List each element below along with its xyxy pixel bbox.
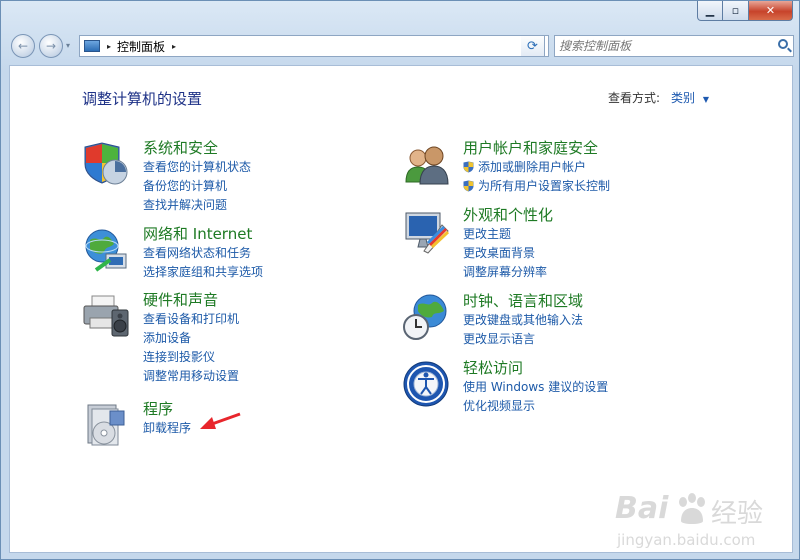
link-find-fix-problems[interactable]: 查找并解决问题 <box>143 196 251 215</box>
close-button[interactable]: ✕ <box>749 1 793 21</box>
watermark-suffix: 经验 <box>711 499 764 529</box>
baidu-watermark: Bai 经验 jingyan.baidu.com <box>609 489 799 557</box>
recent-pages-dropdown-icon[interactable]: ▾ <box>66 41 70 50</box>
link-add-device[interactable]: 添加设备 <box>143 329 239 348</box>
maximize-button[interactable]: ▫ <box>723 1 749 21</box>
uac-shield-icon <box>463 180 474 192</box>
minimize-button[interactable]: ▁ <box>697 1 723 21</box>
user-accounts-icon[interactable] <box>402 140 450 188</box>
link-text: 为所有用户设置家长控制 <box>478 179 611 193</box>
link-view-computer-status[interactable]: 查看您的计算机状态 <box>143 158 251 177</box>
breadcrumb-control-panel[interactable]: 控制面板 <box>117 38 165 55</box>
navigation-bar: ← → ▾ ▸ 控制面板 ▸ ▼ ⟳ <box>9 32 794 62</box>
category-title[interactable]: 外观和个性化 <box>463 204 553 225</box>
link-mobility-settings[interactable]: 调整常用移动设置 <box>143 367 239 386</box>
link-windows-recommended-settings[interactable]: 使用 Windows 建议的设置 <box>463 378 608 397</box>
link-change-theme[interactable]: 更改主题 <box>463 225 547 244</box>
link-uninstall-program[interactable]: 卸载程序 <box>143 419 191 438</box>
hardware-sound-icon[interactable] <box>82 292 130 340</box>
caption-buttons: ▁ ▫ ✕ <box>697 1 793 21</box>
uac-shield-icon <box>463 161 474 173</box>
chevron-down-icon: ▼ <box>702 95 709 104</box>
link-devices-printers[interactable]: 查看设备和打印机 <box>143 310 239 329</box>
link-view-network-status[interactable]: 查看网络状态和任务 <box>143 244 263 263</box>
category-title[interactable]: 硬件和声音 <box>143 289 218 310</box>
network-internet-icon[interactable] <box>82 226 130 274</box>
annotation-arrow-icon <box>200 412 241 429</box>
view-by-value: 类别 <box>671 91 696 105</box>
back-button[interactable]: ← <box>11 34 35 58</box>
category-title[interactable]: 轻松访问 <box>463 357 523 378</box>
category-title[interactable]: 用户帐户和家庭安全 <box>463 137 598 158</box>
category-links: 更改主题 更改桌面背景 调整屏幕分辨率 <box>463 225 547 282</box>
ease-of-access-icon[interactable] <box>402 360 450 408</box>
system-security-icon[interactable] <box>82 140 130 188</box>
search-icon[interactable] <box>778 39 788 49</box>
link-add-remove-accounts[interactable]: 添加或删除用户帐户 <box>463 158 610 177</box>
category-title[interactable]: 时钟、语言和区域 <box>463 290 583 311</box>
watermark-url: jingyan.baidu.com <box>617 531 756 549</box>
main-content: 调整计算机的设置 查看方式: 类别 ▼ 系统和安全 查看您的计算机状态 备份您的… <box>9 65 793 553</box>
category-links: 卸载程序 <box>143 419 191 438</box>
category-links: 查看您的计算机状态 备份您的计算机 查找并解决问题 <box>143 158 251 215</box>
search-input[interactable] <box>559 38 764 54</box>
view-by-dropdown[interactable]: 类别 ▼ <box>671 89 709 106</box>
breadcrumb-separator-icon[interactable]: ▸ <box>107 42 111 51</box>
category-title[interactable]: 系统和安全 <box>143 137 218 158</box>
category-title[interactable]: 程序 <box>143 398 173 419</box>
control-panel-icon <box>84 40 100 52</box>
link-homegroup-sharing[interactable]: 选择家庭组和共享选项 <box>143 263 263 282</box>
view-by-label: 查看方式: <box>608 91 661 105</box>
category-title[interactable]: 网络和 Internet <box>143 223 252 244</box>
programs-icon[interactable] <box>82 401 130 449</box>
clock-language-region-icon[interactable] <box>402 293 450 341</box>
title-bar[interactable]: ▁ ▫ ✕ <box>1 1 799 29</box>
link-backup-computer[interactable]: 备份您的计算机 <box>143 177 251 196</box>
category-links: 添加或删除用户帐户 为所有用户设置家长控制 <box>463 158 610 196</box>
watermark-brand: Bai <box>615 491 669 526</box>
link-change-desktop-background[interactable]: 更改桌面背景 <box>463 244 547 263</box>
link-parental-controls[interactable]: 为所有用户设置家长控制 <box>463 177 610 196</box>
link-change-keyboard-input[interactable]: 更改键盘或其他输入法 <box>463 311 583 330</box>
appearance-icon[interactable] <box>402 207 450 255</box>
category-links: 查看设备和打印机 添加设备 连接到投影仪 调整常用移动设置 <box>143 310 239 386</box>
search-box[interactable] <box>554 35 794 57</box>
paw-icon <box>679 493 705 524</box>
control-panel-window: ▁ ▫ ✕ ← → ▾ ▸ 控制面板 ▸ ▼ ⟳ 调整计算机的设置 查看方式: … <box>0 0 800 560</box>
refresh-button[interactable]: ⟳ <box>521 35 545 57</box>
address-bar[interactable]: ▸ 控制面板 ▸ ▼ <box>79 35 549 57</box>
category-links: 查看网络状态和任务 选择家庭组和共享选项 <box>143 244 263 282</box>
forward-button[interactable]: → <box>39 34 63 58</box>
link-text: 添加或删除用户帐户 <box>478 160 587 174</box>
link-optimize-visual-display[interactable]: 优化视频显示 <box>463 397 608 416</box>
link-connect-projector[interactable]: 连接到投影仪 <box>143 348 239 367</box>
breadcrumb-separator-icon[interactable]: ▸ <box>172 42 176 51</box>
page-title: 调整计算机的设置 <box>82 90 203 108</box>
link-adjust-resolution[interactable]: 调整屏幕分辨率 <box>463 263 547 282</box>
category-links: 使用 Windows 建议的设置 优化视频显示 <box>463 378 608 416</box>
link-change-display-language[interactable]: 更改显示语言 <box>463 330 583 349</box>
category-links: 更改键盘或其他输入法 更改显示语言 <box>463 311 583 349</box>
